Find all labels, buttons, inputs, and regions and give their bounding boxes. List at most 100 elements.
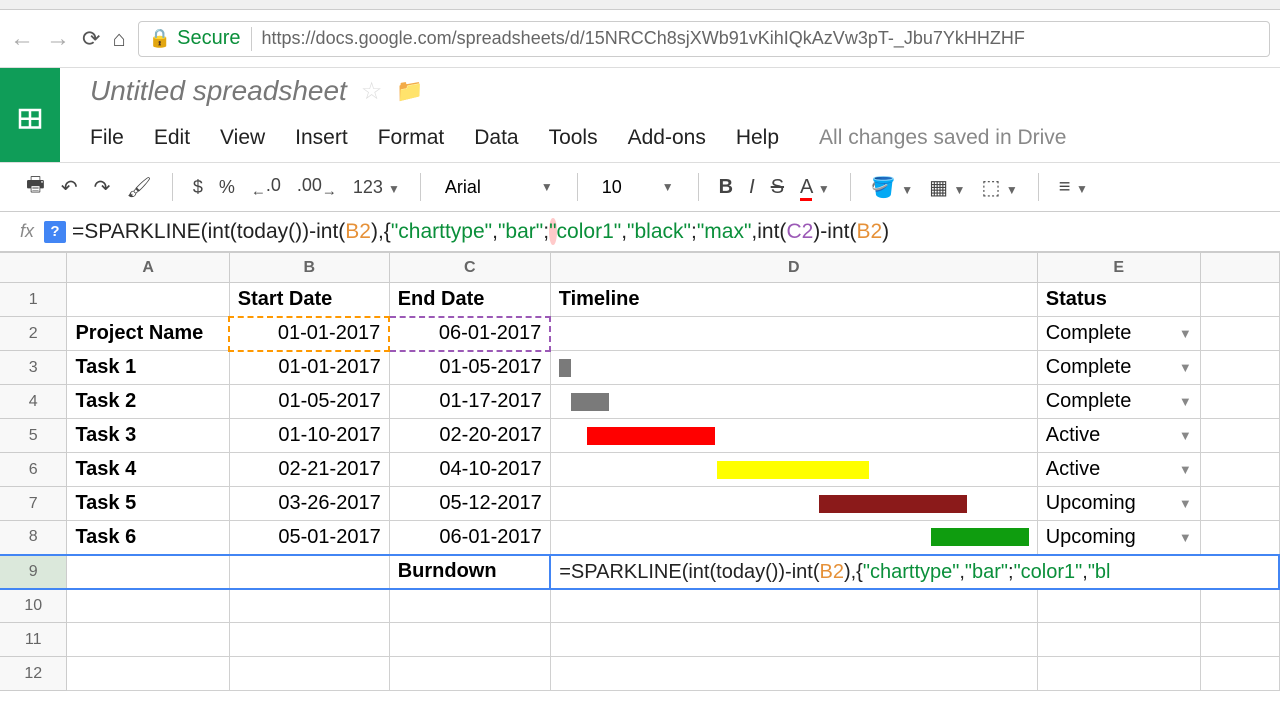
row-header-4[interactable]: 4: [0, 385, 67, 419]
cell-e2[interactable]: Complete▼: [1037, 317, 1200, 351]
cell-c10[interactable]: [389, 589, 550, 623]
increase-decimal-button[interactable]: .00→: [291, 171, 343, 204]
row-header-6[interactable]: 6: [0, 453, 67, 487]
row-header-5[interactable]: 5: [0, 419, 67, 453]
cell-e11[interactable]: [1037, 623, 1200, 657]
cell-a12[interactable]: [67, 657, 229, 691]
cell-c5[interactable]: 02-20-2017: [389, 419, 550, 453]
font-size-select[interactable]: 10▼: [592, 173, 684, 202]
chevron-down-icon[interactable]: ▼: [1179, 394, 1192, 409]
font-select[interactable]: Arial▼: [435, 173, 563, 202]
cell-c2[interactable]: 06-01-2017: [389, 317, 550, 351]
italic-button[interactable]: I: [743, 172, 761, 203]
cell-c6[interactable]: 04-10-2017: [389, 453, 550, 487]
cell-d1[interactable]: Timeline: [550, 283, 1037, 317]
menu-tools[interactable]: Tools: [549, 126, 598, 150]
cell-b10[interactable]: [229, 589, 389, 623]
menu-addons[interactable]: Add-ons: [628, 126, 706, 150]
address-bar[interactable]: 🔒 Secure https://docs.google.com/spreads…: [138, 21, 1270, 57]
cell-f1[interactable]: [1200, 283, 1279, 317]
number-format-button[interactable]: 123 ▼: [347, 173, 406, 202]
cell-a5[interactable]: Task 3: [67, 419, 229, 453]
cell-d9-editing[interactable]: =SPARKLINE(int(today())-int(B2),{"chartt…: [550, 555, 1279, 589]
row-header-9[interactable]: 9: [0, 555, 67, 589]
row-header-8[interactable]: 8: [0, 521, 67, 555]
cell-c3[interactable]: 01-05-2017: [389, 351, 550, 385]
menu-insert[interactable]: Insert: [295, 126, 348, 150]
col-header-e[interactable]: E: [1037, 253, 1200, 283]
cell-f5[interactable]: [1200, 419, 1279, 453]
row-header-1[interactable]: 1: [0, 283, 67, 317]
select-all-corner[interactable]: [0, 253, 67, 283]
back-button[interactable]: ←: [10, 25, 34, 53]
menu-edit[interactable]: Edit: [154, 126, 190, 150]
row-header-12[interactable]: 12: [0, 657, 67, 691]
col-header-b[interactable]: B: [229, 253, 389, 283]
cell-b12[interactable]: [229, 657, 389, 691]
forward-button[interactable]: →: [46, 25, 70, 53]
cell-c4[interactable]: 01-17-2017: [389, 385, 550, 419]
cell-a3[interactable]: Task 1: [67, 351, 229, 385]
cell-d2[interactable]: [550, 317, 1037, 351]
spreadsheet-grid[interactable]: A B C D E 1 Start Date End Date Timeline…: [0, 252, 1280, 691]
cell-b9[interactable]: [229, 555, 389, 589]
folder-icon[interactable]: 📁: [396, 78, 423, 104]
col-header-c[interactable]: C: [389, 253, 550, 283]
reload-button[interactable]: ⟳: [82, 26, 100, 52]
cell-a2[interactable]: Project Name: [67, 317, 229, 351]
cell-a10[interactable]: [67, 589, 229, 623]
strike-button[interactable]: S: [765, 172, 790, 203]
menu-view[interactable]: View: [220, 126, 265, 150]
star-icon[interactable]: ☆: [361, 77, 383, 106]
cell-d4[interactable]: [550, 385, 1037, 419]
formula-help-badge[interactable]: ?: [44, 221, 66, 243]
cell-c9[interactable]: Burndown: [389, 555, 550, 589]
col-header-f[interactable]: [1200, 253, 1279, 283]
borders-button[interactable]: ▦ ▼: [923, 171, 971, 204]
cell-a8[interactable]: Task 6: [67, 521, 229, 555]
menu-format[interactable]: Format: [378, 126, 445, 150]
cell-d11[interactable]: [550, 623, 1037, 657]
print-icon[interactable]: 🖶: [20, 166, 51, 208]
chevron-down-icon[interactable]: ▼: [1179, 326, 1192, 341]
menu-help[interactable]: Help: [736, 126, 779, 150]
cell-a4[interactable]: Task 2: [67, 385, 229, 419]
document-title[interactable]: Untitled spreadsheet: [90, 75, 347, 107]
paint-format-icon[interactable]: 🖌: [120, 171, 157, 204]
editing-formula[interactable]: =SPARKLINE(int(today())-int(B2),{"chartt…: [559, 559, 1110, 583]
currency-button[interactable]: $: [187, 173, 209, 202]
sheets-logo[interactable]: [0, 68, 60, 162]
cell-f6[interactable]: [1200, 453, 1279, 487]
formula-bar[interactable]: fx ? =SPARKLINE(int(today())-int(B2),{"c…: [0, 212, 1280, 252]
align-button[interactable]: ≡ ▼: [1053, 172, 1094, 203]
formula-content[interactable]: =SPARKLINE(int(today())-int(B2),{"chartt…: [72, 219, 889, 244]
row-header-11[interactable]: 11: [0, 623, 67, 657]
cell-f10[interactable]: [1200, 589, 1279, 623]
cell-d5[interactable]: [550, 419, 1037, 453]
cell-d10[interactable]: [550, 589, 1037, 623]
cell-b8[interactable]: 05-01-2017: [229, 521, 389, 555]
cell-b2[interactable]: 01-01-2017: [229, 317, 389, 351]
chevron-down-icon[interactable]: ▼: [1179, 360, 1192, 375]
cell-c12[interactable]: [389, 657, 550, 691]
cell-b11[interactable]: [229, 623, 389, 657]
cell-f7[interactable]: [1200, 487, 1279, 521]
cell-c1[interactable]: End Date: [389, 283, 550, 317]
merge-button[interactable]: ⬚ ▼: [975, 171, 1023, 204]
cell-a7[interactable]: Task 5: [67, 487, 229, 521]
cell-b7[interactable]: 03-26-2017: [229, 487, 389, 521]
cell-a11[interactable]: [67, 623, 229, 657]
cell-e6[interactable]: Active▼: [1037, 453, 1200, 487]
cell-d8[interactable]: [550, 521, 1037, 555]
chevron-down-icon[interactable]: ▼: [1179, 496, 1192, 511]
chevron-down-icon[interactable]: ▼: [1179, 530, 1192, 545]
row-header-7[interactable]: 7: [0, 487, 67, 521]
row-header-3[interactable]: 3: [0, 351, 67, 385]
cell-b6[interactable]: 02-21-2017: [229, 453, 389, 487]
cell-f11[interactable]: [1200, 623, 1279, 657]
cell-c7[interactable]: 05-12-2017: [389, 487, 550, 521]
cell-f8[interactable]: [1200, 521, 1279, 555]
cell-d3[interactable]: [550, 351, 1037, 385]
cell-d7[interactable]: [550, 487, 1037, 521]
redo-icon[interactable]: ↷: [88, 171, 117, 204]
